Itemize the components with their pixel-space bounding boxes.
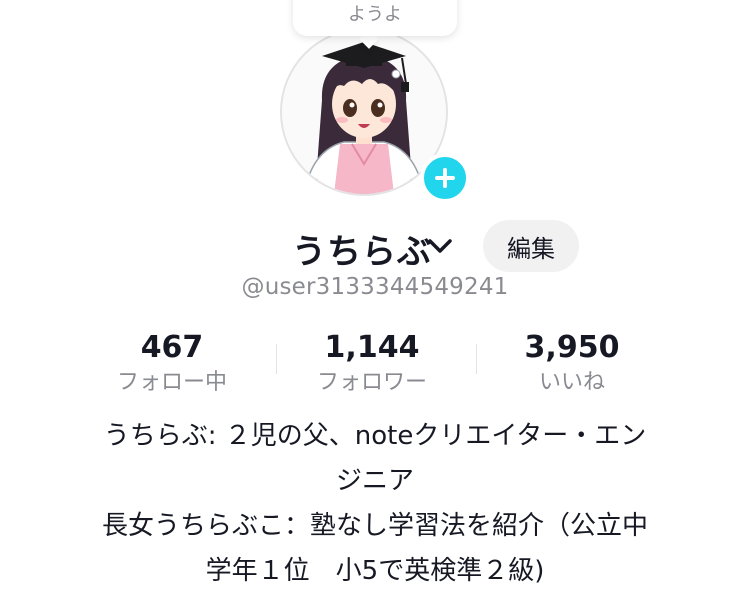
bio-line: うちらぶ: ２児の父、noteクリエイター・エン bbox=[103, 421, 647, 451]
edit-profile-button[interactable]: 編集 bbox=[483, 220, 579, 272]
stat-divider bbox=[276, 344, 277, 374]
profile-bio: うちらぶ: ２児の父、noteクリエイター・エン ジニア 長女うちらぶこ：塾なし… bbox=[0, 414, 750, 591]
chevron-down-icon[interactable] bbox=[427, 237, 453, 259]
stat-followers-count: 1,144 bbox=[324, 330, 420, 365]
stat-divider bbox=[476, 344, 477, 374]
stat-following-label: フォロー中 bbox=[116, 370, 227, 395]
profile-stats: 467 フォロー中 1,144 フォロワー 3,950 いいね bbox=[72, 330, 672, 400]
bio-line: 長女うちらぶこ：塾なし学習法を紹介（公立中 bbox=[101, 511, 648, 541]
stat-likes[interactable]: 3,950 いいね bbox=[472, 330, 672, 400]
name-row: うちらぶ 編集 bbox=[0, 218, 750, 274]
stat-likes-count: 3,950 bbox=[524, 330, 620, 365]
stat-likes-label: いいね bbox=[538, 370, 605, 395]
display-name[interactable]: うちらぶ bbox=[292, 224, 432, 273]
username: @user3133344549241 bbox=[241, 274, 509, 300]
add-story-button[interactable] bbox=[420, 153, 470, 203]
bio-line: ジニア bbox=[335, 466, 414, 496]
plus-icon bbox=[435, 168, 455, 188]
bio-line: 学年１位 小5で英検準２級) bbox=[205, 556, 545, 586]
stat-following-count: 467 bbox=[140, 330, 204, 365]
stat-following[interactable]: 467 フォロー中 bbox=[72, 330, 272, 400]
profile-page: ようよ うちらぶ 編集 @user3133344549241 467 フォロー中… bbox=[0, 0, 750, 591]
note-bubble[interactable]: ようよ bbox=[293, 0, 457, 36]
stat-followers[interactable]: 1,144 フォロワー bbox=[272, 330, 472, 400]
stat-followers-label: フォロワー bbox=[316, 370, 427, 395]
note-bubble-text: ようよ bbox=[348, 4, 402, 25]
